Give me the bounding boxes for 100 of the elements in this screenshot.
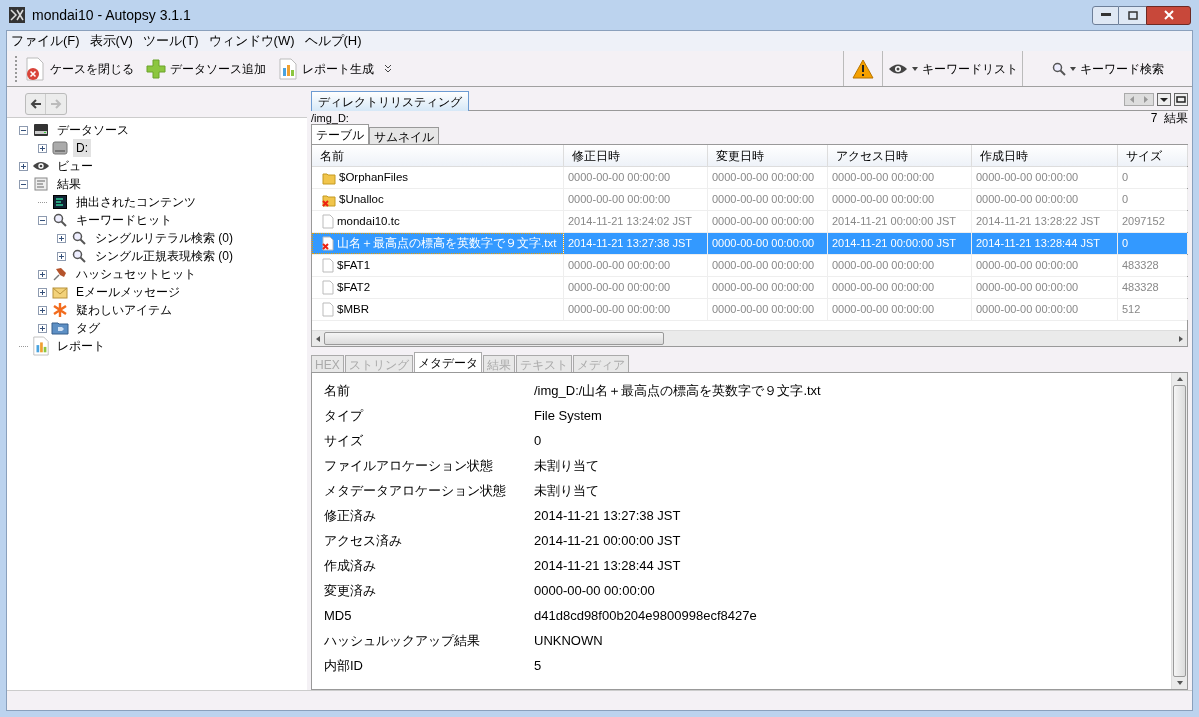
table-cell-text: 0000-00-00 00:00:00: [976, 258, 1079, 274]
toolbar-button[interactable]: キーワードリスト: [885, 55, 1020, 82]
metadata-label: メタデータアロケーション状態: [324, 481, 507, 500]
file-icon: [322, 302, 334, 317]
toolbar-button[interactable]: ケースを閉じる: [22, 54, 136, 83]
directory-listing-tab[interactable]: ディレクトリリスティング: [311, 91, 469, 111]
close-button[interactable]: [1146, 5, 1191, 25]
metadata-label: 内部ID: [324, 656, 364, 675]
maximize-button[interactable]: [1119, 5, 1146, 25]
tree-item[interactable]: シングル正規表現検索 (0): [92, 247, 236, 265]
tree-item[interactable]: シングルリテラル検索 (0): [92, 229, 236, 247]
tree-item[interactable]: タグ: [73, 319, 103, 337]
metadata-value: /img_D:/山名＋最高点の標高を英数字で９文字.txt: [534, 381, 821, 400]
expand-icon[interactable]: [57, 233, 66, 243]
caret-icon: [911, 66, 918, 71]
maximize-icon[interactable]: [1174, 93, 1188, 106]
metadata-value: d41d8cd98f00b204e9800998ecf8427e: [534, 606, 757, 625]
eye-icon: [32, 160, 50, 172]
tree-item[interactable]: ハッシュセットヒット: [73, 265, 199, 283]
horizontal-scrollbar[interactable]: [312, 330, 1187, 346]
metadata-label: 変更済み: [324, 581, 377, 600]
asterisk-icon: [52, 302, 68, 318]
column-header[interactable]: サイズ: [1118, 145, 1188, 166]
menu-item[interactable]: ヘルプ(H): [304, 31, 362, 51]
menu-item[interactable]: ツール(T): [142, 31, 199, 51]
table-cell-text: 0000-00-00 00:00:00: [976, 280, 1079, 296]
table-cell-text: 2014-11-21 00:00:00 JST: [832, 236, 956, 252]
toolbar-button[interactable]: データソース追加: [144, 54, 268, 83]
table-cell-text: $FAT1: [337, 257, 371, 273]
left-arrow-icon: [29, 98, 42, 110]
metadata-label: 作成済み: [324, 556, 377, 575]
path-label: /img_D:: [311, 111, 349, 125]
tree-item[interactable]: 結果: [54, 175, 84, 193]
view-tab[interactable]: サムネイル: [369, 127, 439, 144]
tree-item[interactable]: キーワードヒット: [73, 211, 175, 229]
deleted-folder-icon: [322, 192, 336, 207]
column-header[interactable]: 変更日時: [708, 145, 828, 166]
chevron-icon[interactable]: [384, 63, 392, 74]
tree-item[interactable]: レポート: [54, 337, 108, 355]
viewer-tab[interactable]: メタデータ: [413, 352, 482, 372]
table-cell-text: 0: [1122, 170, 1129, 186]
expand-icon[interactable]: [38, 269, 47, 279]
metadata-label: ファイルアロケーション状態: [324, 456, 494, 475]
metadata-value: 未割り当て: [534, 456, 599, 475]
tree-item[interactable]: Eメールメッセージ: [73, 283, 183, 301]
collapse-icon[interactable]: [38, 215, 47, 225]
expand-icon[interactable]: [19, 161, 28, 171]
expand-icon[interactable]: [38, 143, 47, 153]
hard-drive-icon: [33, 123, 49, 137]
column-header[interactable]: 修正日時: [564, 145, 708, 166]
file-icon: [322, 280, 334, 295]
expand-icon[interactable]: [57, 251, 66, 261]
table-cell-text: 0000-00-00 00:00:00: [976, 302, 1079, 318]
tree-item[interactable]: 抽出されたコンテンツ: [73, 193, 199, 211]
metadata-value: 2014-11-21 00:00:00 JST: [534, 531, 681, 550]
metadata-value: 未割り当て: [534, 481, 599, 500]
column-header[interactable]: アクセス日時: [828, 145, 972, 166]
table-cell-text: $Unalloc: [339, 191, 384, 207]
table-cell-text: 0000-00-00 00:00:00: [712, 280, 815, 296]
table-cell-text: 山名＋最高点の標高を英数字で９文字.txt: [337, 235, 557, 251]
menu-item[interactable]: ウィンドウ(W): [208, 31, 295, 51]
collapse-icon[interactable]: [19, 125, 28, 135]
document-icon: [34, 177, 48, 191]
column-header[interactable]: 作成日時: [972, 145, 1118, 166]
table-cell-text: $OrphanFiles: [339, 169, 409, 185]
metadata-value: 0000-00-00 00:00:00: [534, 581, 655, 600]
metadata-value: 0: [534, 431, 542, 450]
menu-item[interactable]: ファイル(F): [11, 31, 80, 51]
table-cell-text: mondai10.tc: [337, 213, 400, 229]
view-tab[interactable]: テーブル: [311, 124, 369, 144]
deleted-file-icon: [322, 236, 334, 251]
table-cell-text: 0000-00-00 00:00:00: [832, 192, 935, 208]
tree-item[interactable]: ビュー: [54, 157, 96, 175]
menu-item[interactable]: 表示(V): [89, 31, 133, 51]
column-header[interactable]: 名前: [312, 145, 564, 166]
minimize-button[interactable]: [1092, 5, 1119, 25]
table-cell-text: 0000-00-00 00:00:00: [568, 192, 671, 208]
expand-icon[interactable]: [38, 323, 47, 333]
metadata-label: MD5: [324, 606, 353, 625]
tree-item[interactable]: 疑わしいアイテム: [73, 301, 175, 319]
table-cell-text: 0000-00-00 00:00:00: [712, 192, 815, 208]
expand-icon[interactable]: [38, 305, 47, 315]
file-icon: [322, 258, 334, 273]
pushpin-icon: [53, 267, 67, 281]
toolbar-button[interactable]: キーワード検索: [1049, 55, 1166, 82]
table-cell-text: 2014-11-21 13:28:44 JST: [976, 236, 1100, 252]
collapse-icon[interactable]: [19, 179, 28, 189]
dropdown-icon[interactable]: [1157, 93, 1171, 106]
tree-item[interactable]: データソース: [54, 121, 132, 139]
envelope-icon: [52, 285, 68, 299]
expand-icon[interactable]: [38, 287, 47, 297]
metadata-label: ハッシュルックアップ結果: [324, 631, 481, 650]
terminal-icon: [53, 195, 67, 209]
vertical-scrollbar[interactable]: [1171, 373, 1187, 689]
metadata-label: 修正済み: [324, 506, 377, 525]
table-cell-text: 0000-00-00 00:00:00: [976, 170, 1079, 186]
metadata-value: 5: [534, 656, 542, 675]
toolbar-button[interactable]: レポート生成: [276, 54, 376, 83]
table-cell-text: 0000-00-00 00:00:00: [712, 258, 815, 274]
tree-item[interactable]: D:: [73, 139, 91, 157]
